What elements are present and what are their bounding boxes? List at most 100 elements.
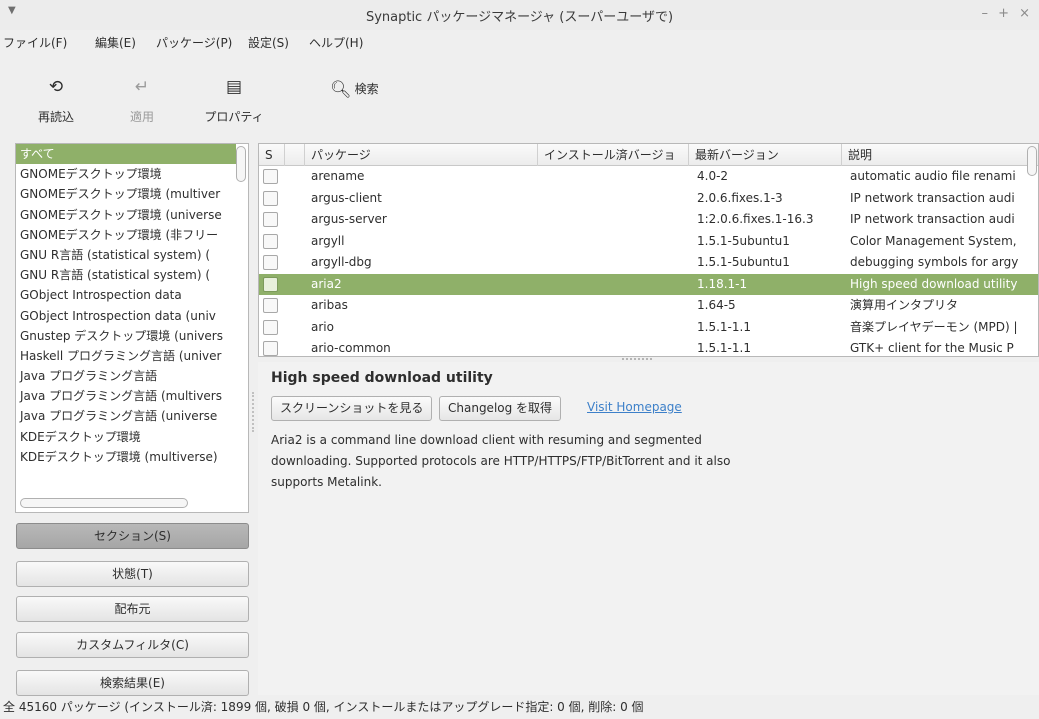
- section-list-item[interactable]: すべて: [16, 144, 236, 165]
- properties-label: プロパティ: [204, 110, 264, 124]
- package-status-checkbox[interactable]: [263, 319, 278, 335]
- section-list-hscrollbar[interactable]: [20, 498, 188, 508]
- cell-latest: 4.0-2: [697, 169, 729, 183]
- reload-button[interactable]: ⟲ 再読込: [30, 77, 82, 125]
- table-row[interactable]: aribas 1.64-5 演算用インタプリタ: [259, 295, 1038, 317]
- properties-button[interactable]: ▤ プロパティ: [198, 77, 270, 125]
- cell-name: ario: [311, 319, 334, 334]
- cell-name: ario-common: [311, 341, 391, 355]
- pane-resize-handle[interactable]: [252, 392, 255, 432]
- table-row[interactable]: argus-server 1:2.0.6.fixes.1-16.3 IP netwo…: [259, 209, 1038, 231]
- package-status-checkbox[interactable]: [263, 212, 278, 227]
- cell-latest: 1.64-5: [697, 298, 736, 312]
- section-list-item[interactable]: GNOMEデスクトップ環境: [16, 164, 236, 184]
- package-detail-title: High speed download utility: [271, 370, 493, 386]
- section-list-item[interactable]: Gnustep デスクトップ環境 (univers: [16, 326, 236, 346]
- column-header-status[interactable]: S: [259, 144, 285, 166]
- package-status-checkbox[interactable]: [263, 190, 278, 206]
- cell-name: argus-client: [311, 190, 382, 205]
- package-status-checkbox[interactable]: [263, 276, 278, 292]
- cell-latest: 1.18.1-1: [697, 276, 748, 291]
- package-status-checkbox[interactable]: [263, 341, 278, 356]
- table-row[interactable]: arename 4.0-2 automatic audio file renami: [259, 166, 1038, 188]
- package-description-line: downloading. Supported protocols are HTT…: [271, 454, 731, 468]
- section-list-item[interactable]: KDEデスクトップ環境 (multiverse): [16, 447, 236, 467]
- properties-icon: ▤: [225, 77, 243, 97]
- section-list-item[interactable]: GNU R言語 (statistical system) (: [16, 245, 236, 265]
- column-header-support[interactable]: [285, 144, 305, 166]
- table-row[interactable]: aria2 1.18.1-1 High speed download utility: [259, 273, 1038, 295]
- column-header-package[interactable]: パッケージ: [305, 144, 538, 166]
- section-list-item[interactable]: GNU R言語 (statistical system) (: [16, 265, 236, 285]
- window-controls[interactable]: – + ×: [981, 6, 1033, 21]
- package-table[interactable]: S パッケージ インストール済バージョ 最新バージョン 説明 arename 4.…: [258, 143, 1039, 357]
- package-status-checkbox[interactable]: [263, 255, 278, 270]
- window-title: Synaptic パッケージマネージャ (スーパーユーザで): [365, 10, 674, 25]
- section-list[interactable]: すべて GNOMEデスクトップ環境 GNOMEデスクトップ環境 (multiver G…: [15, 143, 249, 513]
- filter-search-results-button[interactable]: 検索結果(E): [16, 670, 249, 696]
- section-list-item[interactable]: GNOMEデスクトップ環境 (multiver: [16, 184, 236, 204]
- column-header-description[interactable]: 説明: [842, 144, 1038, 166]
- menu-settings[interactable]: 設定(S): [248, 34, 289, 51]
- cell-name: arename: [311, 169, 365, 183]
- cell-latest: 1.5.1-5ubuntu1: [697, 233, 790, 248]
- section-list-item[interactable]: Java プログラミング言語 (multivers: [16, 386, 236, 406]
- cell-description: debugging symbols for argy: [850, 255, 1019, 269]
- section-list-item[interactable]: Java プログラミング言語 (universe: [16, 406, 236, 426]
- package-status-checkbox[interactable]: [263, 233, 278, 249]
- column-header-installed-version[interactable]: インストール済バージョ: [538, 144, 689, 166]
- package-description-line: Aria2 is a command line download client …: [271, 433, 702, 447]
- get-changelog-button[interactable]: Changelog を取得: [439, 396, 562, 421]
- cell-name: aria2: [311, 276, 342, 291]
- apply-button[interactable]: ↵ 適用: [118, 77, 166, 125]
- filter-status-button[interactable]: 状態(T): [16, 561, 249, 587]
- search-label: 検索: [354, 82, 379, 96]
- menu-help[interactable]: ヘルプ(H): [309, 34, 363, 51]
- package-table-vscrollbar[interactable]: [1027, 146, 1037, 176]
- section-list-item[interactable]: Java プログラミング言語: [16, 366, 236, 386]
- status-bar: 全 45160 パッケージ (インストール済: 1899 個, 破損 0 個, …: [3, 700, 644, 714]
- package-status-checkbox[interactable]: [263, 169, 278, 184]
- reload-label: 再読込: [37, 110, 74, 124]
- cell-latest: 1.5.1-5ubuntu1: [697, 255, 790, 269]
- section-list-item[interactable]: GObject Introspection data (univ: [16, 306, 236, 326]
- table-row[interactable]: argyll-dbg 1.5.1-5ubuntu1 debugging symbol…: [259, 252, 1038, 274]
- menu-edit[interactable]: 編集(E): [95, 34, 136, 51]
- section-list-item[interactable]: GNOMEデスクトップ環境 (非フリー: [16, 225, 236, 245]
- apply-icon: ↵: [134, 77, 150, 97]
- cell-description: GTK+ client for the Music P: [850, 341, 1014, 355]
- cell-name: argus-server: [311, 212, 387, 226]
- table-row[interactable]: argus-client 2.0.6.fixes.1-3 IP network tr…: [259, 188, 1038, 210]
- section-list-item[interactable]: KDEデスクトップ環境: [16, 427, 236, 447]
- section-list-item[interactable]: GObject Introspection data: [16, 285, 236, 305]
- cell-latest: 2.0.6.fixes.1-3: [697, 190, 783, 205]
- menu-package[interactable]: パッケージ(P): [156, 34, 232, 51]
- title-bar: ▼ Synaptic パッケージマネージャ (スーパーユーザで) – + ×: [0, 0, 1039, 30]
- filter-custom-button[interactable]: カスタムフィルタ(C): [16, 632, 249, 658]
- filter-sections-button[interactable]: セクション(S): [16, 523, 249, 549]
- section-list-items: すべて GNOMEデスクトップ環境 GNOMEデスクトップ環境 (multiver G…: [16, 144, 236, 467]
- table-row[interactable]: ario-common 1.5.1-1.1 GTK+ client for the …: [259, 338, 1038, 356]
- table-row[interactable]: ario 1.5.1-1.1 音楽プレイヤデーモン (MPD) |: [259, 317, 1038, 339]
- filter-origin-button[interactable]: 配布元: [16, 596, 249, 622]
- cell-description: 演算用インタプリタ: [850, 298, 959, 312]
- section-list-item[interactable]: GNOMEデスクトップ環境 (universe: [16, 205, 236, 225]
- section-list-item[interactable]: Haskell プログラミング言語 (univer: [16, 346, 236, 366]
- cell-description: IP network transaction audi: [850, 190, 1015, 205]
- package-detail-pane: High speed download utility スクリーンショットを見る…: [258, 362, 1039, 695]
- reload-icon: ⟲: [48, 77, 64, 97]
- cell-latest: 1:2.0.6.fixes.1-16.3: [697, 212, 814, 226]
- package-status-checkbox[interactable]: [263, 298, 278, 313]
- package-description: Aria2 is a command line download client …: [271, 430, 801, 493]
- cell-latest: 1.5.1-1.1: [697, 319, 751, 334]
- section-list-vscrollbar[interactable]: [236, 146, 246, 182]
- menu-file[interactable]: ファイル(F): [3, 34, 67, 51]
- view-screenshot-button[interactable]: スクリーンショットを見る: [271, 396, 433, 421]
- visit-homepage-link[interactable]: Visit Homepage: [587, 400, 682, 414]
- search-button[interactable]: 🔍︎ 検索: [330, 80, 379, 100]
- cell-description: High speed download utility: [850, 276, 1018, 291]
- apply-label: 適用: [129, 110, 154, 124]
- cell-description: automatic audio file renami: [850, 169, 1016, 183]
- table-row[interactable]: argyll 1.5.1-5ubuntu1 Color Management Sys…: [259, 231, 1038, 253]
- column-header-latest-version[interactable]: 最新バージョン: [689, 144, 842, 166]
